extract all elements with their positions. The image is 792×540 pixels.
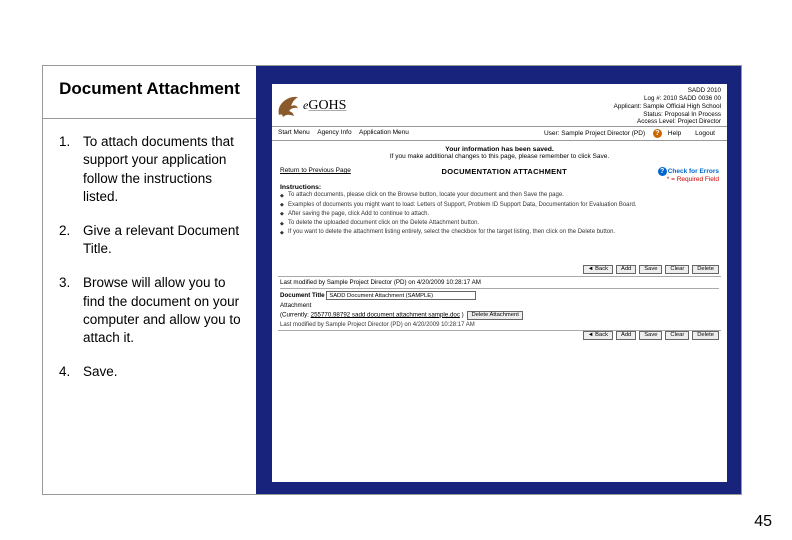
step-2: 2.Give a relevant Document Title. — [65, 222, 246, 258]
form-block: Last modified by Sample Project Director… — [272, 277, 727, 330]
save-button[interactable]: Save — [639, 331, 662, 340]
header-meta: SADD 2010 Log #: 2010 SADD 0036 00 Appli… — [614, 86, 721, 126]
nav-help[interactable]: ?Help — [653, 130, 687, 137]
delete-attachment-button[interactable]: Delete Attachment — [467, 311, 522, 320]
slide-title: Document Attachment — [51, 78, 248, 100]
doc-title-label: Document Title — [280, 292, 325, 299]
page-number: 45 — [754, 513, 772, 531]
mod-line: Last modified by Sample Project Director… — [280, 279, 719, 286]
save-button[interactable]: Save — [639, 265, 662, 274]
app-panel: eGOHS SADD 2010 Log #: 2010 SADD 0036 00… — [272, 84, 727, 482]
add-button[interactable]: Add — [616, 331, 636, 340]
nav-agency[interactable]: Agency Info — [317, 129, 351, 136]
nav-right: User: Sample Project Director (PD) ?Help… — [544, 129, 721, 138]
instructions-header: Instructions: — [280, 184, 719, 191]
last-modified-line: Last modified by Sample Project Director… — [280, 322, 719, 328]
currently-line: (Currently: 255770.98792 sadd document a… — [280, 311, 719, 320]
slide-container: Document Attachment 1.To attach document… — [42, 65, 742, 495]
delete-button[interactable]: Delete — [692, 331, 719, 340]
right-info: ?Check for Errors * = Required Field — [658, 167, 719, 183]
meta-line: Applicant: Sample Official High School — [614, 103, 721, 111]
instr-item: After saving the page, click Add to cont… — [280, 211, 719, 219]
nav-left: Start Menu Agency Info Application Menu — [278, 129, 415, 138]
check-errors-link[interactable]: ?Check for Errors — [658, 168, 719, 175]
panel-header: eGOHS SADD 2010 Log #: 2010 SADD 0036 00… — [272, 84, 727, 127]
right-column: eGOHS SADD 2010 Log #: 2010 SADD 0036 00… — [256, 66, 741, 494]
help-icon: ? — [653, 129, 662, 138]
instructions-block: Instructions: To attach documents, pleas… — [272, 184, 727, 240]
back-button[interactable]: ◄ Back — [583, 265, 613, 274]
meta-line: Log #: 2010 SADD 0036 00 — [614, 95, 721, 103]
clear-button[interactable]: Clear — [665, 331, 689, 340]
brand-text: eGOHS — [303, 98, 346, 114]
nav-app[interactable]: Application Menu — [359, 129, 409, 136]
nav-logout[interactable]: Logout — [695, 130, 715, 137]
instr-item: To delete the uploaded document click on… — [280, 220, 719, 228]
page-subtitle: DOCUMENTATION ATTACHMENT — [442, 167, 568, 176]
spacer — [272, 241, 727, 265]
attachment-link[interactable]: 255770.98792 sadd document attachment sa… — [311, 311, 460, 318]
instr-item: To attach documents, please click on the… — [280, 192, 719, 200]
meta-line: Status: Proposal In Process — [614, 111, 721, 119]
add-button[interactable]: Add — [616, 265, 636, 274]
doc-title-input[interactable]: SADD Document Attachment (SAMPLE) — [326, 291, 476, 300]
return-link[interactable]: Return to Previous Page — [280, 167, 351, 174]
meta-line: Access Level: Project Director — [614, 118, 721, 126]
eagle-icon — [276, 93, 300, 119]
nav-bar: Start Menu Agency Info Application Menu … — [272, 127, 727, 141]
instruction-list: 1.To attach documents that support your … — [43, 119, 256, 407]
step-4: 4.Save. — [65, 363, 246, 381]
step-3: 3.Browse will allow you to find the docu… — [65, 274, 246, 347]
divider — [280, 288, 719, 289]
doc-title-line: Document Title SADD Document Attachment … — [280, 291, 719, 300]
saved-message: Your information has been saved. If you … — [272, 141, 727, 165]
help-icon: ? — [658, 167, 667, 176]
logo-wrap: eGOHS — [276, 86, 346, 126]
saved-bold: Your information has been saved. — [280, 146, 719, 153]
button-row-bottom: ◄ Back Add Save Clear Delete — [272, 331, 727, 342]
instr-item: Examples of documents you might want to … — [280, 202, 719, 210]
title-box: Document Attachment — [43, 66, 256, 119]
attach-label-line: Attachment — [280, 302, 719, 309]
required-note: * = Required Field — [667, 176, 719, 183]
nav-user: User: Sample Project Director (PD) — [544, 130, 645, 137]
nav-start[interactable]: Start Menu — [278, 129, 310, 136]
title-row: Return to Previous Page DOCUMENTATION AT… — [272, 165, 727, 184]
clear-button[interactable]: Clear — [665, 265, 689, 274]
delete-button[interactable]: Delete — [692, 265, 719, 274]
step-1: 1.To attach documents that support your … — [65, 133, 246, 206]
back-button[interactable]: ◄ Back — [583, 331, 613, 340]
left-column: Document Attachment 1.To attach document… — [43, 66, 256, 494]
button-row-top: ◄ Back Add Save Clear Delete — [272, 265, 727, 276]
saved-sub: If you make additional changes to this p… — [280, 153, 719, 160]
meta-line: SADD 2010 — [614, 87, 721, 95]
instr-item: If you want to delete the attachment lis… — [280, 229, 719, 237]
